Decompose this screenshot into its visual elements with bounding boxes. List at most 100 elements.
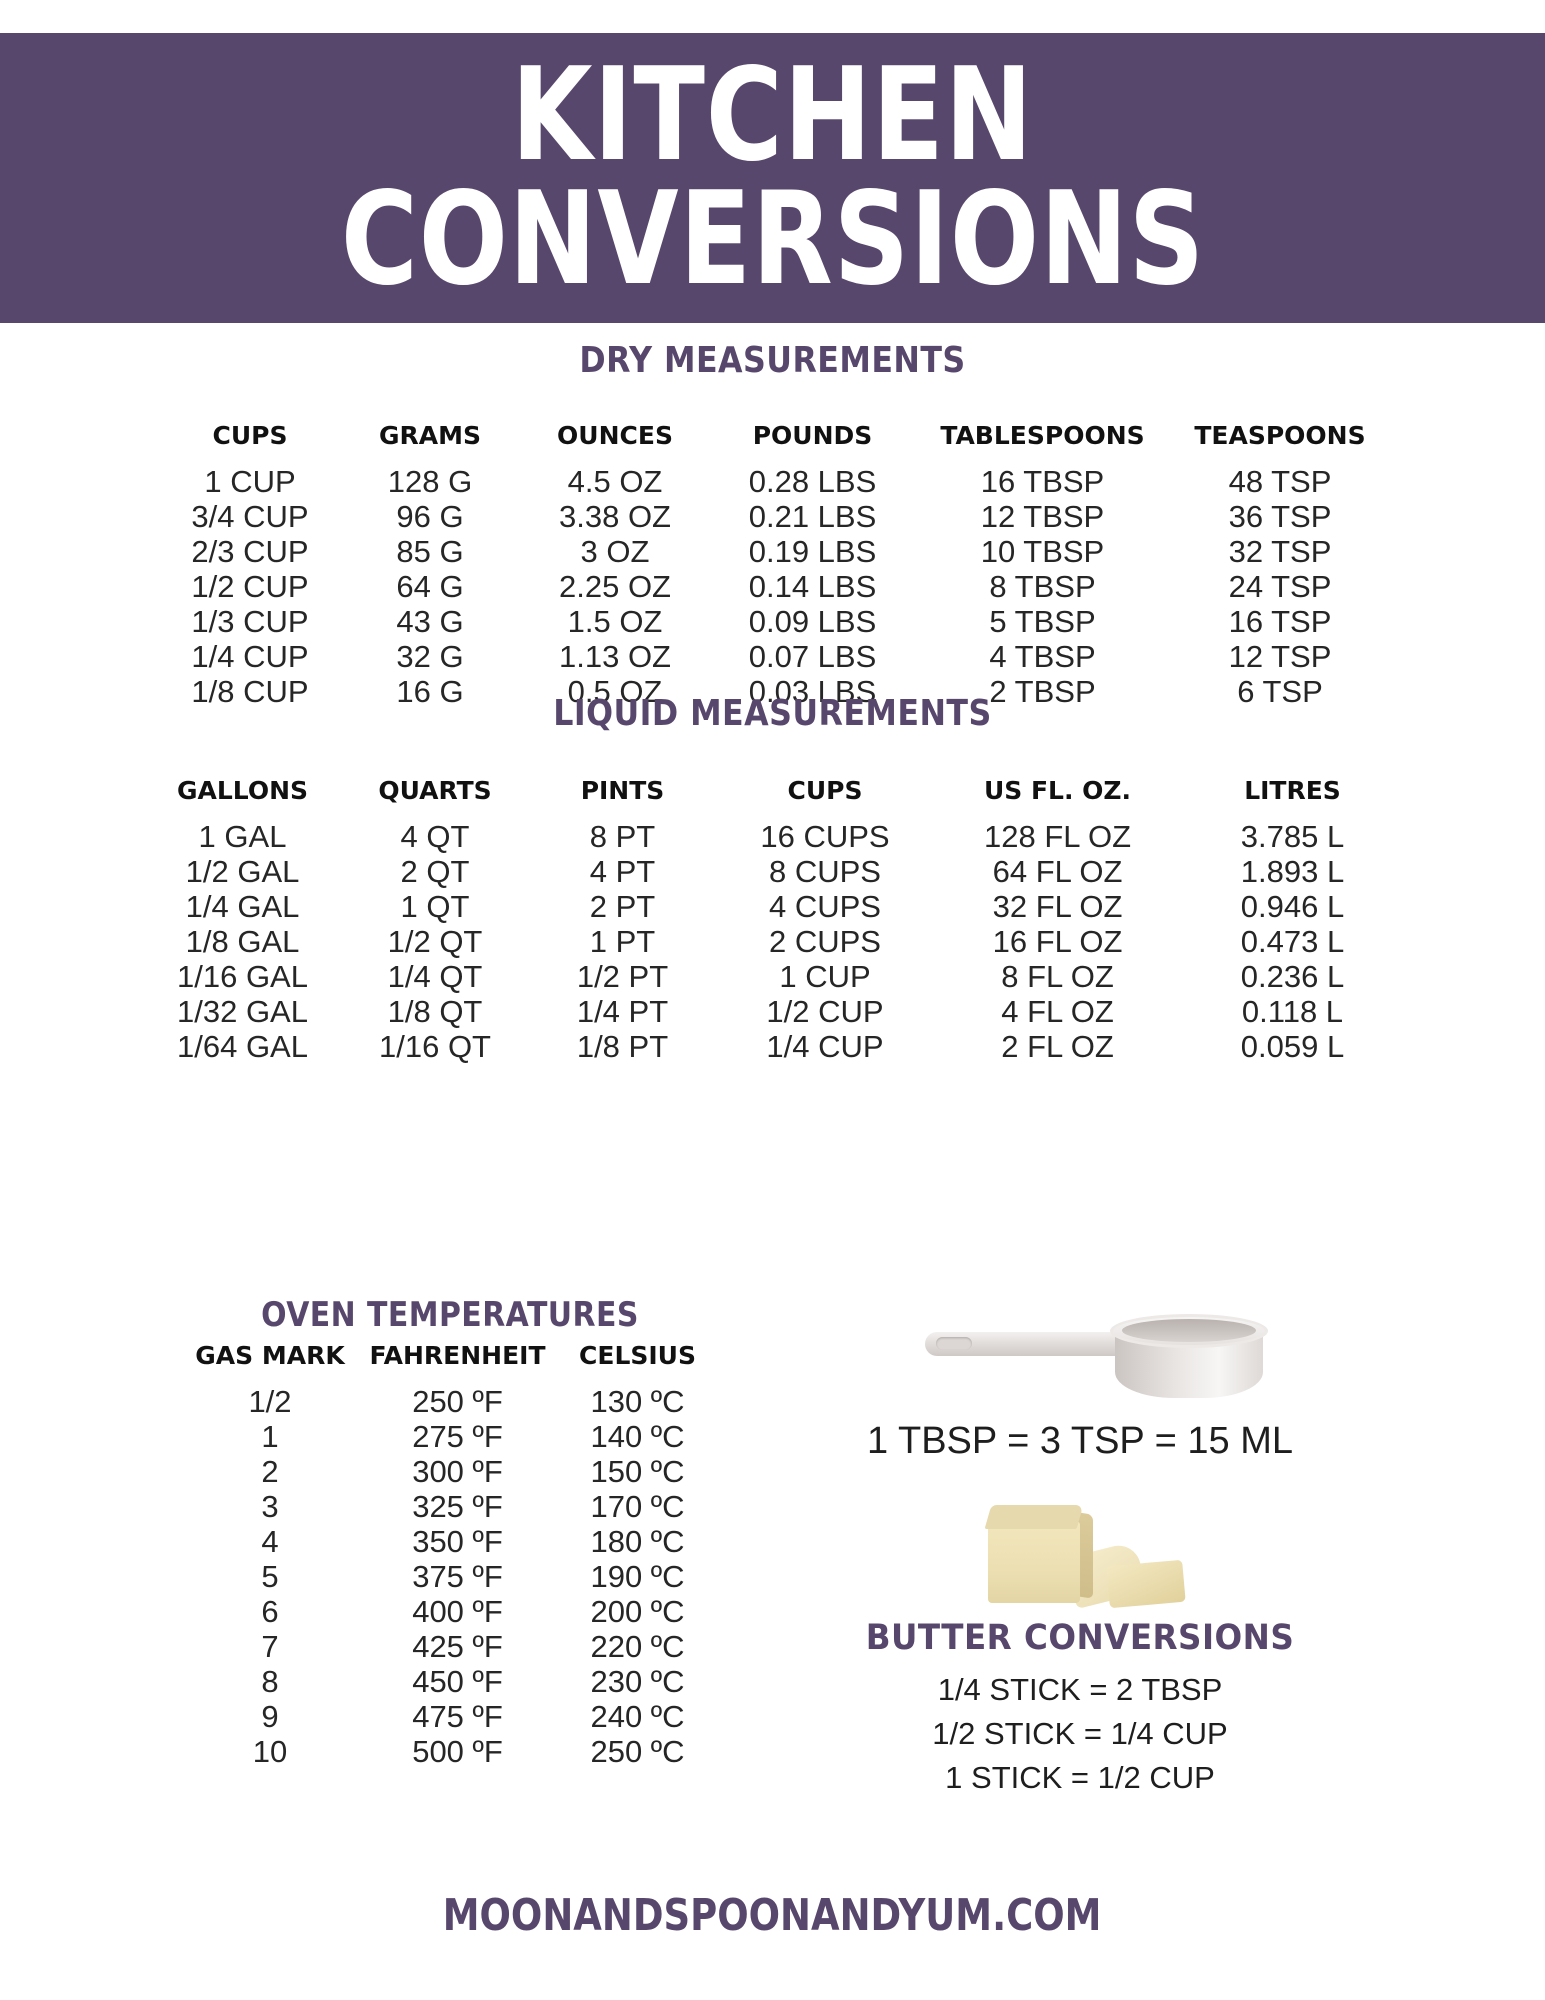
cell-gallons: 1/32 GAL <box>177 994 308 1029</box>
cell-grams: 64 G <box>396 569 464 604</box>
cell-litres: 0.118 L <box>1241 994 1344 1029</box>
table-row: 1/4 CUP 32 G 1.13 OZ 0.07 LBS 4 TBSP 12 … <box>158 639 1388 674</box>
table-row: 1 CUP 128 G 4.5 OZ 0.28 LBS 16 TBSP 48 T… <box>158 464 1388 499</box>
cell-pints: 4 PT <box>589 854 656 889</box>
cell-cups: 8 CUPS <box>769 854 881 889</box>
cell-ounces: 4.5 OZ <box>567 464 663 499</box>
dry-measurements-section: DRY MEASUREMENTS CUPS GRAMS OUNCES POUND… <box>0 340 1545 709</box>
cell-cups: 1/3 CUP <box>191 604 309 639</box>
cell-gas-mark: 9 <box>261 1699 279 1734</box>
table-row: 1/16 GAL 1/4 QT 1/2 PT 1 CUP 8 FL OZ 0.2… <box>143 959 1403 994</box>
cell-gas-mark: 2 <box>261 1454 279 1489</box>
oven-temperatures-section: OVEN TEMPERATURES GAS MARK FAHRENHEIT CE… <box>150 1295 750 1769</box>
table-row: 1 275 ºF 140 ºC <box>180 1419 720 1454</box>
cell-celsius: 150 ºC <box>590 1454 685 1489</box>
header-banner: KITCHEN CONVERSIONS <box>0 33 1545 323</box>
cell-cups: 4 CUPS <box>769 889 881 924</box>
banner-title-line-2: CONVERSIONS <box>340 165 1205 314</box>
table-row: 1/3 CUP 43 G 1.5 OZ 0.09 LBS 5 TBSP 16 T… <box>158 604 1388 639</box>
cell-tablespoons: 16 TBSP <box>980 464 1105 499</box>
cell-quarts: 4 QT <box>400 819 470 854</box>
table-row: 2/3 CUP 85 G 3 OZ 0.19 LBS 10 TBSP 32 TS… <box>158 534 1388 569</box>
cell-pints: 8 PT <box>589 819 656 854</box>
cell-teaspoons: 48 TSP <box>1228 464 1332 499</box>
cell-gallons: 1/64 GAL <box>177 1029 308 1064</box>
cell-pounds: 0.14 LBS <box>748 569 877 604</box>
cell-grams: 128 G <box>387 464 473 499</box>
table-row: 1/32 GAL 1/8 QT 1/4 PT 1/2 CUP 4 FL OZ 0… <box>143 994 1403 1029</box>
cell-litres: 3.785 L <box>1240 819 1345 854</box>
cell-pounds: 0.19 LBS <box>748 534 877 569</box>
cell-gallons: 1/8 GAL <box>185 924 300 959</box>
cell-grams: 96 G <box>396 499 464 534</box>
butter-conversion-line: 1/4 STICK = 2 TBSP <box>937 1672 1223 1707</box>
butter-cube-top <box>984 1505 1084 1529</box>
butter-blocks-icon <box>930 1497 1230 1612</box>
column-header-gas-mark: GAS MARK <box>195 1341 345 1370</box>
footer-website-url[interactable]: MOONANDSPOONANDYUM.COM <box>443 1890 1102 1941</box>
cell-gas-mark: 8 <box>261 1664 279 1699</box>
cell-litres: 0.473 L <box>1240 924 1345 959</box>
table-header-row: GALLONS QUARTS PINTS CUPS US FL. OZ. LIT… <box>143 776 1403 819</box>
cell-celsius: 130 ºC <box>590 1384 685 1419</box>
table-row: 5 375 ºF 190 ºC <box>180 1559 720 1594</box>
cell-fahrenheit: 325 ºF <box>412 1489 503 1524</box>
column-header-fahrenheit: FAHRENHEIT <box>369 1341 546 1370</box>
oven-temperatures-table: GAS MARK FAHRENHEIT CELSIUS 1/2 250 ºF 1… <box>180 1341 720 1769</box>
cell-pints: 1/8 PT <box>576 1029 669 1064</box>
table-row: 8 450 ºF 230 ºC <box>180 1664 720 1699</box>
cell-ounces: 2.25 OZ <box>559 569 671 604</box>
table-row: 1/2 CUP 64 G 2.25 OZ 0.14 LBS 8 TBSP 24 … <box>158 569 1388 604</box>
dry-measurements-table: CUPS GRAMS OUNCES POUNDS TABLESPOONS TEA… <box>158 421 1388 709</box>
table-row: 1/64 GAL 1/16 QT 1/8 PT 1/4 CUP 2 FL OZ … <box>143 1029 1403 1064</box>
cell-tablespoons: 5 TBSP <box>989 604 1096 639</box>
cell-quarts: 1 QT <box>400 889 470 924</box>
cell-litres: 1.893 L <box>1240 854 1345 889</box>
table-row: 6 400 ºF 200 ºC <box>180 1594 720 1629</box>
cell-cups: 1/4 CUP <box>191 639 309 674</box>
cell-us-fl-oz: 64 FL OZ <box>992 854 1123 889</box>
cell-gas-mark: 3 <box>261 1489 279 1524</box>
cell-gallons: 1 GAL <box>198 819 287 854</box>
cell-pints: 1 PT <box>589 924 656 959</box>
column-header-quarts: QUARTS <box>378 776 492 805</box>
liquid-measurements-section: LIQUID MEASUREMENTS GALLONS QUARTS PINTS… <box>0 693 1545 1064</box>
spoon-and-butter-column: 1 TBSP = 3 TSP = 15 ML BUTTER CONVERSION… <box>810 1290 1350 1800</box>
cell-tablespoons: 8 TBSP <box>989 569 1096 604</box>
cell-cups: 3/4 CUP <box>191 499 309 534</box>
butter-cube-front <box>988 1521 1080 1603</box>
table-row: 2 300 ºF 150 ºC <box>180 1454 720 1489</box>
butter-slab-right <box>1106 1559 1186 1609</box>
cell-pounds: 0.21 LBS <box>748 499 877 534</box>
cell-cups: 1/4 CUP <box>766 1029 884 1064</box>
cell-us-fl-oz: 4 FL OZ <box>1001 994 1114 1029</box>
banner-title-line-1: KITCHEN <box>511 40 1034 190</box>
measuring-spoon-icon <box>870 1290 1290 1410</box>
cell-cups: 16 CUPS <box>760 819 890 854</box>
cell-fahrenheit: 500 ºF <box>412 1734 503 1769</box>
spoon-cup-inner <box>1122 1319 1256 1342</box>
cell-fahrenheit: 250 ºF <box>412 1384 503 1419</box>
column-header-cups: CUPS <box>212 421 288 450</box>
cell-fahrenheit: 475 ºF <box>412 1699 503 1734</box>
cell-cups: 2/3 CUP <box>191 534 309 569</box>
cell-fahrenheit: 375 ºF <box>412 1559 503 1594</box>
cell-celsius: 240 ºC <box>590 1699 685 1734</box>
column-header-cups: CUPS <box>787 776 863 805</box>
cell-us-fl-oz: 128 FL OZ <box>983 819 1132 854</box>
cell-litres: 0.059 L <box>1240 1029 1345 1064</box>
column-header-celsius: CELSIUS <box>579 1341 696 1370</box>
table-header-row: CUPS GRAMS OUNCES POUNDS TABLESPOONS TEA… <box>158 421 1388 464</box>
table-row: 10 500 ºF 250 ºC <box>180 1734 720 1769</box>
column-header-pounds: POUNDS <box>752 421 873 450</box>
cell-pints: 2 PT <box>589 889 656 924</box>
spoon-handle-hole <box>936 1337 972 1350</box>
cell-celsius: 220 ºC <box>590 1629 685 1664</box>
cell-us-fl-oz: 8 FL OZ <box>1001 959 1114 994</box>
cell-pounds: 0.09 LBS <box>748 604 877 639</box>
table-row: 3 325 ºF 170 ºC <box>180 1489 720 1524</box>
cell-quarts: 2 QT <box>400 854 470 889</box>
cell-tablespoons: 4 TBSP <box>989 639 1096 674</box>
cell-gas-mark: 10 <box>252 1734 288 1769</box>
table-row: 1/4 GAL 1 QT 2 PT 4 CUPS 32 FL OZ 0.946 … <box>143 889 1403 924</box>
